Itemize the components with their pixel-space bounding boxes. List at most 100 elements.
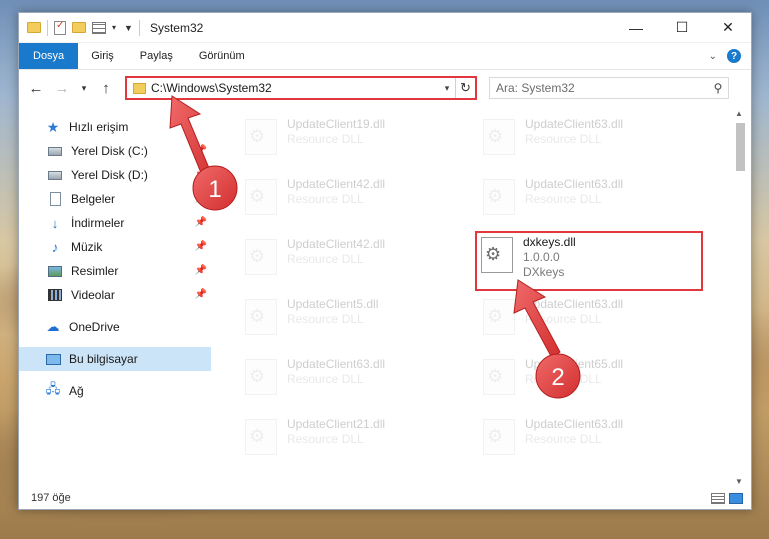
- file-tile[interactable]: UpdateClient63.dllResource DLL: [479, 415, 699, 465]
- sidebar-item-videos[interactable]: Videolar 📌: [19, 283, 211, 307]
- pin-icon[interactable]: 📌: [195, 217, 207, 228]
- download-icon: ↓: [51, 215, 59, 231]
- scrollbar-thumb[interactable]: [736, 123, 745, 171]
- quick-access-toolbar: ▾ ▼: [19, 19, 140, 36]
- dll-file-icon: [245, 179, 277, 215]
- pin-icon[interactable]: 📌: [195, 193, 207, 204]
- scroll-up-icon[interactable]: ▲: [735, 109, 743, 118]
- new-folder-icon[interactable]: [72, 22, 86, 33]
- file-tile[interactable]: UpdateClient63.dllResource DLL: [479, 295, 699, 345]
- dll-file-icon: [245, 359, 277, 395]
- file-tile[interactable]: UpdateClient65.dllResource DLL: [479, 355, 699, 405]
- sidebar-item-local-disk-d[interactable]: Yerel Disk (D:) 📌: [19, 163, 211, 187]
- sidebar-item-label: Yerel Disk (D:): [71, 168, 148, 182]
- folder-icon: [133, 82, 146, 94]
- file-name: UpdateClient42.dll: [287, 177, 386, 191]
- dll-file-icon: [483, 359, 515, 395]
- customize-toolbar-icon[interactable]: ▼: [124, 23, 133, 33]
- pin-icon[interactable]: 📌: [195, 169, 207, 180]
- search-box[interactable]: ⚲: [489, 77, 729, 99]
- tab-home[interactable]: Giriş: [78, 43, 127, 69]
- pin-icon[interactable]: 📌: [195, 241, 207, 252]
- file-type: Resource DLL: [287, 432, 364, 446]
- drive-icon: [47, 144, 63, 158]
- details-view-icon[interactable]: [711, 492, 725, 504]
- file-name: UpdateClient5.dll: [287, 297, 379, 311]
- recent-locations-button[interactable]: ▾: [77, 76, 91, 100]
- file-tile[interactable]: UpdateClient42.dllResource DLL: [241, 175, 461, 225]
- dll-file-icon: [483, 119, 515, 155]
- minimize-button[interactable]: —: [613, 13, 659, 43]
- file-tile[interactable]: UpdateClient63.dllResource DLL: [241, 355, 461, 405]
- item-count: 197 öğe: [31, 492, 71, 504]
- file-type: Resource DLL: [287, 372, 364, 386]
- chevron-down-icon[interactable]: ⌄: [709, 51, 717, 62]
- sidebar-item-label: Ağ: [69, 384, 84, 398]
- chevron-down-icon[interactable]: ▾: [112, 23, 116, 32]
- file-tile[interactable]: UpdateClient63.dllResource DLL: [479, 175, 699, 225]
- address-dropdown[interactable]: ▾: [439, 83, 455, 94]
- scroll-down-icon[interactable]: ▼: [735, 477, 743, 486]
- file-tile-dxkeys[interactable]: dxkeys.dll 1.0.0.0 DXkeys: [475, 231, 703, 291]
- maximize-button[interactable]: ☐: [659, 13, 705, 43]
- sidebar-item-music[interactable]: ♪ Müzik 📌: [19, 235, 211, 259]
- sidebar-item-documents[interactable]: Belgeler 📌: [19, 187, 211, 211]
- sidebar-item-network[interactable]: 🖧 Ağ: [19, 379, 211, 403]
- refresh-button[interactable]: ↻: [455, 78, 475, 98]
- sidebar-item-quick-access[interactable]: ★ Hızlı erişim: [19, 115, 211, 139]
- file-tile[interactable]: UpdateClient63.dllResource DLL: [479, 115, 699, 165]
- pictures-icon: [47, 264, 63, 278]
- file-tile[interactable]: UpdateClient5.dllResource DLL: [241, 295, 461, 345]
- star-icon: ★: [46, 118, 60, 135]
- file-type: Resource DLL: [287, 252, 364, 266]
- search-icon[interactable]: ⚲: [708, 81, 728, 95]
- status-bar: 197 öğe: [19, 487, 751, 509]
- music-icon: ♪: [51, 239, 59, 255]
- address-path[interactable]: C:\Windows\System32: [151, 81, 439, 95]
- drive-icon: [47, 168, 63, 182]
- forward-button[interactable]: →: [51, 76, 73, 100]
- ribbon-right: ⌄ ?: [709, 43, 751, 69]
- view-icon[interactable]: [92, 21, 106, 34]
- sidebar-item-label: İndirmeler: [71, 216, 125, 230]
- properties-icon[interactable]: [54, 20, 66, 35]
- tab-view[interactable]: Görünüm: [186, 43, 258, 69]
- search-input[interactable]: [496, 81, 708, 95]
- documents-icon: [47, 192, 63, 206]
- file-version: 1.0.0.0: [523, 250, 560, 264]
- large-icons-view-icon[interactable]: [729, 492, 743, 504]
- file-tile[interactable]: UpdateClient19.dllResource DLL: [241, 115, 461, 165]
- file-tile[interactable]: UpdateClient21.dllResource DLL: [241, 415, 461, 465]
- sidebar-item-local-disk-c[interactable]: Yerel Disk (C:) 📌: [19, 139, 211, 163]
- dll-file-icon: [483, 299, 515, 335]
- file-tile[interactable]: UpdateClient42.dllResource DLL: [241, 235, 461, 285]
- dll-file-icon: [481, 237, 513, 273]
- sidebar-item-label: OneDrive: [69, 320, 120, 334]
- dll-file-icon: [483, 179, 515, 215]
- address-bar[interactable]: C:\Windows\System32 ▾ ↻: [125, 76, 477, 100]
- network-icon: 🖧: [45, 381, 61, 396]
- file-name: UpdateClient21.dll: [287, 417, 386, 431]
- close-button[interactable]: ✕: [705, 13, 751, 43]
- file-type: DXkeys: [523, 265, 565, 279]
- sidebar-item-label: Hızlı erişim: [69, 120, 129, 134]
- help-button[interactable]: ?: [727, 49, 741, 63]
- vertical-scrollbar[interactable]: ▲ ▼: [731, 107, 749, 488]
- pin-icon[interactable]: 📌: [195, 145, 207, 156]
- tab-file[interactable]: Dosya: [19, 43, 79, 69]
- pin-icon[interactable]: 📌: [195, 289, 207, 300]
- tab-share[interactable]: Paylaş: [127, 43, 186, 69]
- toolbar-divider: [138, 19, 140, 36]
- sidebar-item-this-pc[interactable]: Bu bilgisayar: [19, 347, 211, 371]
- dll-file-icon: [245, 299, 277, 335]
- sidebar-item-pictures[interactable]: Resimler 📌: [19, 259, 211, 283]
- file-name: UpdateClient63.dll: [525, 177, 624, 191]
- sidebar-item-downloads[interactable]: ↓ İndirmeler 📌: [19, 211, 211, 235]
- back-button[interactable]: ←: [25, 76, 47, 100]
- pin-icon[interactable]: 📌: [195, 265, 207, 276]
- up-button[interactable]: ↑: [95, 76, 117, 100]
- file-list: UpdateClient19.dllResource DLL UpdateCli…: [211, 107, 731, 488]
- sidebar-item-onedrive[interactable]: ☁ OneDrive: [19, 315, 211, 339]
